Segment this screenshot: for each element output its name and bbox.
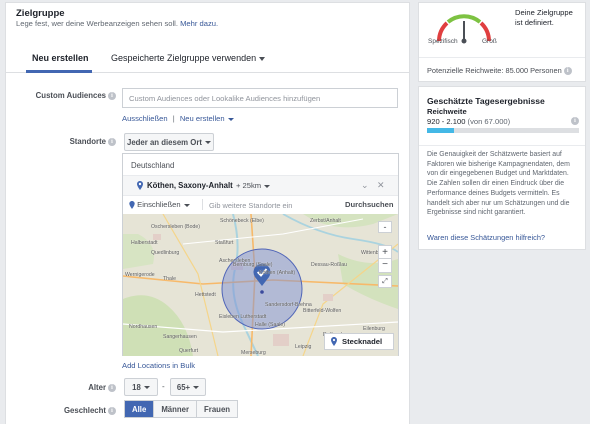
map-label: Halberstadt bbox=[131, 240, 158, 246]
gender-label: Geschlecht i bbox=[64, 406, 116, 415]
location-pin-icon bbox=[137, 181, 143, 190]
gender-option-men[interactable]: Männer bbox=[154, 401, 198, 417]
browse-button[interactable]: Durchsuchen bbox=[345, 200, 394, 209]
chevron-down-icon bbox=[204, 140, 211, 144]
location-box: Deutschland Köthen, Saxony-Anhalt + 25km… bbox=[122, 153, 399, 356]
map-label: Querfurt bbox=[179, 348, 199, 354]
map-label: Zerbst/Anhalt bbox=[310, 218, 341, 224]
reach-bar bbox=[427, 128, 579, 133]
active-tab-indicator bbox=[26, 70, 92, 73]
chevron-down-icon bbox=[183, 203, 190, 207]
info-icon[interactable]: i bbox=[108, 383, 116, 392]
age-separator: - bbox=[162, 382, 165, 391]
country-row: Deutschland bbox=[123, 154, 398, 176]
map-label: Dessau-Roßlau bbox=[311, 262, 348, 268]
create-new-link[interactable]: Neu erstellen bbox=[180, 114, 225, 123]
add-locations-bulk-link[interactable]: Add Locations in Bulk bbox=[122, 361, 195, 370]
audience-tabs: Neu erstellen Gespeicherte Zielgruppe ve… bbox=[6, 43, 409, 73]
map-label: Halle (Saale) bbox=[255, 322, 285, 328]
estimates-disclaimer: Die Genauigkeit der Schätzwerte basiert … bbox=[427, 151, 570, 217]
potential-reach: Potenzielle Reichweite: 85.000 Personen i bbox=[427, 66, 572, 76]
gender-option-women[interactable]: Frauen bbox=[197, 401, 238, 417]
info-icon[interactable]: i bbox=[108, 137, 116, 146]
drop-pin-button[interactable]: Stecknadel bbox=[324, 333, 394, 350]
close-icon[interactable]: ✕ bbox=[377, 180, 385, 191]
link-separator: | bbox=[172, 114, 175, 123]
divider bbox=[202, 199, 203, 210]
fullscreen-icon[interactable]: ⤢ bbox=[378, 275, 392, 288]
gender-option-all[interactable]: Alle bbox=[125, 401, 155, 417]
chevron-down-icon bbox=[193, 385, 200, 389]
map-label: Bitterfeld-Wolfen bbox=[303, 308, 342, 314]
estimated-results-panel: Geschätzte Tagesergebnisse Reichweite 92… bbox=[418, 86, 586, 250]
zoom-out-button[interactable]: − bbox=[379, 259, 391, 272]
location-map[interactable]: Oschersleben (Bode) Schönebeck (Elbe) Zerb… bbox=[123, 214, 398, 356]
custom-audiences-input[interactable]: Custom Audiences oder Lookalike Audience… bbox=[122, 88, 398, 108]
location-mode-dropdown[interactable]: Jeder an diesem Ort bbox=[124, 133, 214, 151]
learn-more-link[interactable]: Mehr dazu. bbox=[180, 19, 218, 28]
section-title: Zielgruppe bbox=[16, 8, 65, 19]
selected-location-name: Köthen, Saxony-Anhalt bbox=[147, 181, 233, 190]
map-label: Quedlinburg bbox=[151, 250, 180, 256]
audience-definition-panel: Spezifisch Groß Deine Zielgruppe ist def… bbox=[418, 2, 586, 82]
map-label: Nordhausen bbox=[129, 324, 158, 330]
age-label: Alter i bbox=[88, 383, 116, 392]
map-label: Oschersleben (Bode) bbox=[151, 224, 201, 230]
chevron-down-icon bbox=[143, 385, 150, 389]
estimates-feedback-link[interactable]: Waren diese Schätzungen hilfreich? bbox=[427, 233, 545, 242]
audience-panel: Zielgruppe Lege fest, wer deine Werbeanz… bbox=[5, 2, 410, 424]
center-point bbox=[260, 290, 264, 294]
zoom-controls: + − bbox=[378, 245, 392, 273]
age-max-dropdown[interactable]: 65+ bbox=[170, 378, 206, 396]
divider bbox=[419, 145, 585, 146]
gauge-label-specific: Spezifisch bbox=[428, 38, 458, 45]
audience-status-text: Deine Zielgruppe ist definiert. bbox=[515, 8, 573, 27]
divider bbox=[419, 57, 585, 58]
gender-selector: Alle Männer Frauen bbox=[124, 400, 239, 418]
estimates-title: Geschätzte Tagesergebnisse bbox=[427, 96, 545, 106]
map-label: Köthen (Anhalt) bbox=[259, 270, 296, 276]
tab-saved-audience[interactable]: Gespeicherte Zielgruppe verwenden bbox=[111, 53, 266, 63]
map-label: Schönebeck (Elbe) bbox=[220, 218, 264, 224]
location-pin-icon bbox=[331, 337, 337, 346]
chevron-down-icon bbox=[259, 56, 266, 61]
radius-dropdown[interactable]: + 25km bbox=[236, 181, 271, 190]
location-pin-icon bbox=[129, 201, 135, 209]
collapse-map-button[interactable]: - bbox=[378, 221, 392, 233]
map-label: Hettstedt bbox=[195, 292, 216, 298]
map-label: Eisleben Lutherstadt bbox=[219, 314, 267, 320]
section-subtitle: Lege fest, wer deine Werbeanzeigen sehen… bbox=[16, 19, 219, 28]
info-icon[interactable]: i bbox=[108, 91, 116, 100]
map-label: Leipzig bbox=[295, 344, 312, 350]
map-label: Eilenburg bbox=[363, 326, 385, 332]
reach-label: Reichweite bbox=[427, 107, 467, 116]
chevron-down-icon[interactable]: ⌄ bbox=[361, 180, 369, 191]
info-icon[interactable]: i bbox=[563, 67, 572, 76]
age-min-dropdown[interactable]: 18 bbox=[124, 378, 158, 396]
reach-bar-fill bbox=[427, 128, 455, 133]
info-icon[interactable]: i bbox=[108, 406, 116, 415]
exclude-link[interactable]: Ausschließen bbox=[122, 114, 168, 123]
map-label: Wernigerode bbox=[125, 272, 155, 278]
include-dropdown[interactable]: Einschließen bbox=[129, 200, 190, 209]
info-icon[interactable]: i bbox=[571, 117, 579, 125]
gauge-label-broad: Groß bbox=[482, 38, 497, 45]
zoom-in-button[interactable]: + bbox=[379, 246, 391, 259]
reach-range: 920 - 2.100 (von 67.000) bbox=[427, 117, 511, 126]
tab-create-new[interactable]: Neu erstellen bbox=[32, 53, 89, 63]
location-search-row: Einschließen Gib weitere Standorte ein D… bbox=[123, 196, 398, 214]
location-search-input[interactable]: Gib weitere Standorte ein bbox=[209, 201, 292, 210]
locations-label: Standorte i bbox=[70, 137, 116, 146]
selected-location-row: Köthen, Saxony-Anhalt + 25km ⌄ ✕ bbox=[123, 176, 398, 196]
custom-audience-links: Ausschließen | Neu erstellen bbox=[122, 114, 234, 123]
map-label: Staßfurt bbox=[215, 240, 234, 246]
chevron-down-icon bbox=[264, 184, 271, 188]
map-label: Thale bbox=[163, 276, 176, 282]
map-label: Merseburg bbox=[241, 350, 266, 356]
map-label: Bernburg (Saale) bbox=[233, 262, 273, 268]
map-label: Sangerhausen bbox=[163, 334, 197, 340]
chevron-down-icon bbox=[227, 117, 234, 121]
custom-audiences-label: Custom Audiences i bbox=[36, 91, 116, 100]
